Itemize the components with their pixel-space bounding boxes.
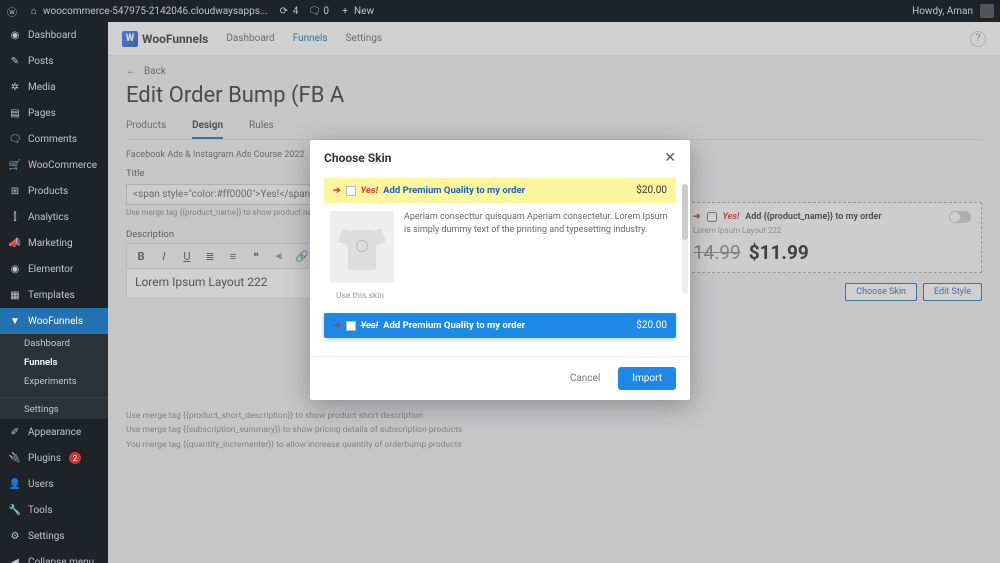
sidebar-item-plugins[interactable]: 🔌Plugins2 (0, 445, 108, 471)
brush-icon: ✐ (8, 425, 22, 439)
woofunnels-icon: ▼ (8, 314, 22, 328)
plugins-badge: 2 (69, 452, 81, 464)
elementor-icon: ◉ (8, 262, 22, 276)
modal-scrollbar[interactable] (682, 184, 688, 294)
submenu-dashboard[interactable]: Dashboard (0, 334, 108, 353)
skin-card-1[interactable]: ➔ Yes! Add Premium Quality to my order $… (324, 178, 676, 301)
modal-close-button[interactable]: ✕ (664, 150, 676, 166)
new-link[interactable]: +New (339, 5, 374, 17)
media-icon: ✲ (8, 80, 22, 94)
howdy-label: Howdy, Aman (912, 6, 973, 17)
sidebar-item-settings[interactable]: ⚙Settings (0, 523, 108, 549)
skin-title: Add Premium Quality to my order (383, 185, 525, 196)
user-icon: 👤 (8, 477, 22, 491)
cart-icon: 🛒 (8, 158, 22, 172)
admin-sidebar: ◉Dashboard ✎Posts ✲Media ▤Pages 🗨Comment… (0, 22, 108, 563)
wrench-icon: 🔧 (8, 503, 22, 517)
product-thumbnail (330, 211, 394, 283)
choose-skin-modal: Choose Skin ✕ ➔ Yes! Add Premium Quality… (310, 140, 690, 400)
sidebar-item-media[interactable]: ✲Media (0, 74, 108, 100)
megaphone-icon: 📣 (8, 236, 22, 250)
skin-card-2[interactable]: ➔ Yes! Add Premium Quality to my order $… (324, 313, 676, 338)
skin-checkbox[interactable] (346, 321, 356, 331)
updates-count: 4 (293, 6, 299, 17)
site-name-link[interactable]: ⌂woocommerce-547975-2142046.cloudwaysapp… (28, 5, 268, 17)
howdy-link[interactable]: Howdy, Aman (912, 4, 994, 18)
page-icon: ▤ (8, 106, 22, 120)
chart-icon: ⫿ (8, 210, 22, 224)
submenu-settings[interactable]: Settings (0, 397, 108, 419)
comments-count: 0 (323, 6, 329, 17)
collapse-icon: ◀ (8, 555, 22, 563)
comment-icon: 🗨 (8, 132, 22, 146)
template-icon: ▦ (8, 288, 22, 302)
woofunnels-submenu: Dashboard Funnels Experiments Settings (0, 334, 108, 419)
sidebar-item-woofunnels[interactable]: ▼WooFunnels (0, 308, 108, 334)
tag-icon: ⊞ (8, 184, 22, 198)
skin-description: Aperiam consecttur quisquam Aperiam cons… (404, 211, 670, 283)
sidebar-item-woocommerce[interactable]: 🛒WooCommerce (0, 152, 108, 178)
skin-yes: Yes! (361, 320, 379, 331)
updates-link[interactable]: ⟳4 (278, 5, 299, 17)
skin-price: $20.00 (636, 320, 667, 331)
sidebar-item-dashboard[interactable]: ◉Dashboard (0, 22, 108, 48)
sidebar-item-collapse[interactable]: ◀Collapse menu (0, 549, 108, 563)
submenu-funnels[interactable]: Funnels (0, 353, 108, 372)
sidebar-item-appearance[interactable]: ✐Appearance (0, 419, 108, 445)
sidebar-item-comments[interactable]: 🗨Comments (0, 126, 108, 152)
arrow-icon: ➔ (333, 321, 341, 331)
sidebar-item-templates[interactable]: ▦Templates (0, 282, 108, 308)
sidebar-item-posts[interactable]: ✎Posts (0, 48, 108, 74)
avatar-icon (980, 4, 994, 18)
sidebar-item-tools[interactable]: 🔧Tools (0, 497, 108, 523)
use-skin-link[interactable]: Use this skin (336, 291, 676, 301)
import-button[interactable]: Import (618, 367, 676, 390)
skin-yes: Yes! (361, 185, 379, 196)
site-name-label: woocommerce-547975-2142046.cloudwaysapps… (43, 6, 268, 17)
sidebar-item-pages[interactable]: ▤Pages (0, 100, 108, 126)
modal-title: Choose Skin (324, 151, 391, 165)
skin-checkbox[interactable] (346, 186, 356, 196)
skin-price: $20.00 (636, 185, 667, 196)
pin-icon: ✎ (8, 54, 22, 68)
new-label: New (354, 6, 374, 17)
comments-link[interactable]: 🗨0 (308, 5, 329, 17)
admin-bar: ⓦ ⌂woocommerce-547975-2142046.cloudwaysa… (0, 0, 1000, 22)
arrow-icon: ➔ (333, 186, 341, 196)
sidebar-item-marketing[interactable]: 📣Marketing (0, 230, 108, 256)
skin-title: Add Premium Quality to my order (383, 320, 525, 331)
sidebar-item-products[interactable]: ⊞Products (0, 178, 108, 204)
plug-icon: 🔌 (8, 451, 22, 465)
wp-logo[interactable]: ⓦ (6, 5, 18, 17)
sidebar-item-elementor[interactable]: ◉Elementor (0, 256, 108, 282)
sidebar-item-users[interactable]: 👤Users (0, 471, 108, 497)
sidebar-item-analytics[interactable]: ⫿Analytics (0, 204, 108, 230)
dashboard-icon: ◉ (8, 28, 22, 42)
gear-icon: ⚙ (8, 529, 22, 543)
cancel-button[interactable]: Cancel (560, 367, 610, 390)
submenu-experiments[interactable]: Experiments (0, 372, 108, 391)
